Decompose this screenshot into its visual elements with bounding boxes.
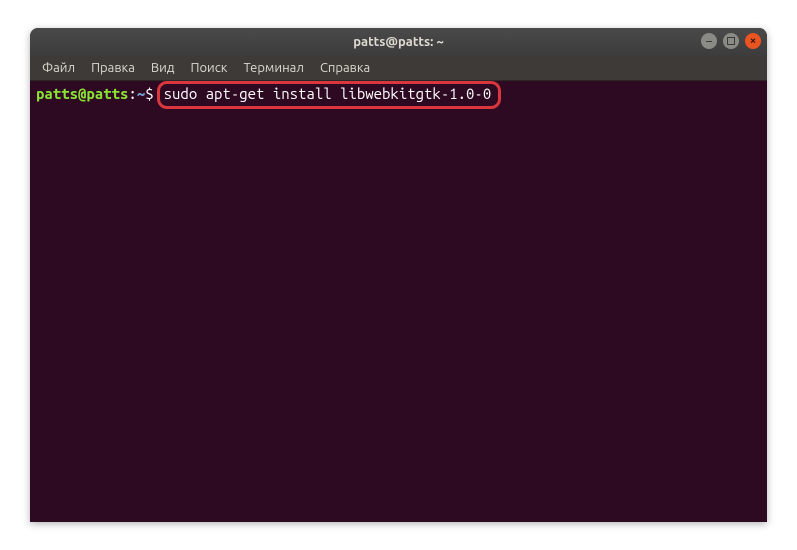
prompt-path: ~	[137, 85, 145, 104]
window-title: patts@patts: ~	[353, 35, 444, 49]
menu-terminal[interactable]: Терминал	[235, 58, 311, 78]
close-icon[interactable]	[745, 33, 761, 49]
prompt-user: patts@patts	[36, 85, 128, 104]
menu-file[interactable]: Файл	[34, 58, 83, 78]
prompt-dollar: $	[145, 85, 153, 104]
menu-view[interactable]: Вид	[143, 58, 183, 78]
command-text: sudo apt-get install libwebkitgtk-1.0-0	[160, 84, 496, 103]
command-wrap: sudo apt-get install libwebkitgtk-1.0-0	[160, 85, 496, 104]
titlebar: patts@patts: ~	[30, 28, 767, 56]
menu-search[interactable]: Поиск	[182, 58, 235, 78]
terminal-body[interactable]: patts@patts:~$ sudo apt-get install libw…	[30, 81, 767, 108]
maximize-icon[interactable]	[723, 33, 739, 49]
prompt-colon: :	[128, 85, 136, 104]
minimize-icon[interactable]	[701, 33, 717, 49]
window-controls	[701, 33, 761, 49]
menu-edit[interactable]: Правка	[83, 58, 143, 78]
prompt-line: patts@patts:~$ sudo apt-get install libw…	[36, 85, 761, 104]
menubar: Файл Правка Вид Поиск Терминал Справка	[30, 56, 767, 81]
menu-help[interactable]: Справка	[312, 58, 378, 78]
terminal-window: patts@patts: ~ Файл Правка Вид Поиск Тер…	[30, 28, 767, 522]
